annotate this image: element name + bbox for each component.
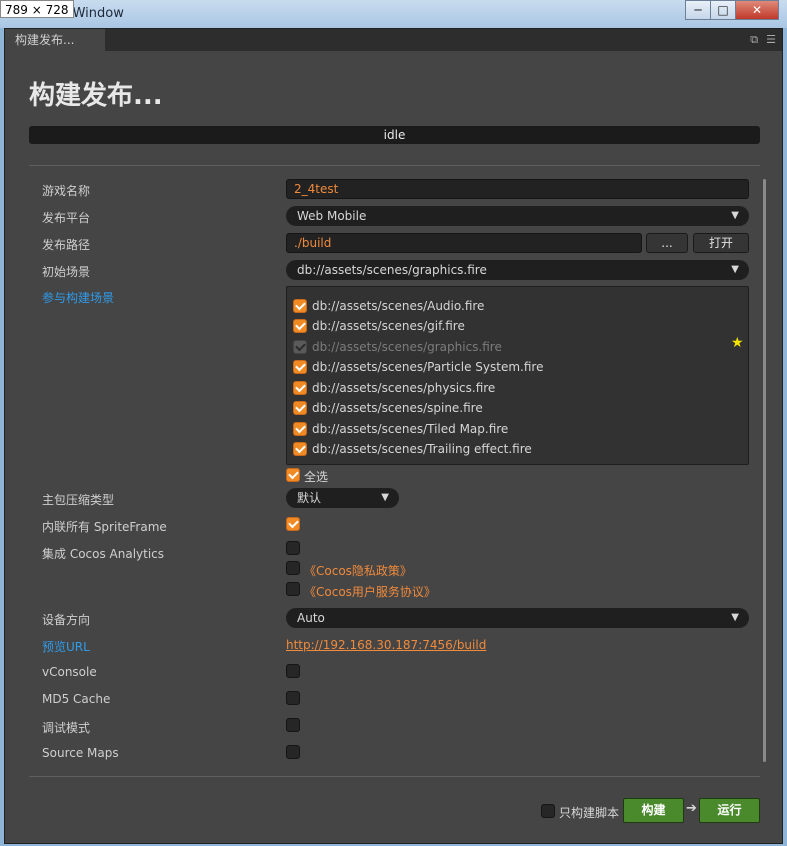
- inline-spriteframe-checkbox[interactable]: [286, 517, 300, 531]
- start-scene-value: db://assets/scenes/graphics.fire: [297, 263, 487, 277]
- status-bar: idle: [29, 126, 760, 144]
- tab-bar: 构建发布... ⧉ ☰: [5, 29, 782, 51]
- build-path-input[interactable]: ./build: [286, 233, 642, 253]
- scenes-label[interactable]: 参与构建场景: [42, 289, 114, 306]
- scene-path: db://assets/scenes/Audio.fire: [312, 299, 485, 313]
- checkbox[interactable]: [293, 360, 307, 374]
- window-titlebar: Editor Window 789 × 728 ─ □ ✕: [0, 0, 787, 28]
- dropdown-arrow-icon: ▼: [381, 492, 389, 503]
- scene-path: db://assets/scenes/gif.fire: [312, 319, 465, 333]
- list-item[interactable]: db://assets/scenes/Trailing effect.fire: [293, 441, 532, 457]
- privacy-checkbox[interactable]: [286, 561, 300, 575]
- size-label: 789 × 728: [0, 0, 74, 18]
- compression-label: 主包压缩类型: [42, 493, 115, 507]
- list-item[interactable]: db://assets/scenes/spine.fire: [293, 400, 483, 416]
- scrollbar[interactable]: [763, 179, 766, 762]
- service-link[interactable]: 《Cocos用户服务协议》: [304, 583, 436, 600]
- panel-controls: ⧉ ☰: [750, 33, 776, 47]
- compression-value: 默认: [297, 491, 322, 505]
- orientation-select[interactable]: Auto ▼: [286, 608, 749, 628]
- build-scripts-only-checkbox[interactable]: [541, 804, 555, 818]
- build-scripts-only-label: 只构建脚本: [559, 806, 620, 820]
- list-item[interactable]: db://assets/scenes/Tiled Map.fire: [293, 421, 508, 437]
- divider: [29, 165, 760, 166]
- analytics-label: 集成 Cocos Analytics: [42, 547, 165, 561]
- source-maps-checkbox[interactable]: [286, 745, 300, 759]
- list-item[interactable]: db://assets/scenes/physics.fire: [293, 380, 495, 396]
- md5-checkbox[interactable]: [286, 691, 300, 705]
- privacy-link[interactable]: 《Cocos隐私政策》: [304, 562, 412, 579]
- checkbox[interactable]: [293, 319, 307, 333]
- source-maps-label: Source Maps: [42, 746, 119, 760]
- game-name-label: 游戏名称: [42, 184, 91, 198]
- tab-build[interactable]: 构建发布...: [5, 29, 105, 51]
- scene-path: db://assets/scenes/Particle System.fire: [312, 360, 544, 374]
- star-icon: ★: [731, 335, 744, 351]
- scene-path: db://assets/scenes/Trailing effect.fire: [312, 442, 532, 456]
- orientation-label: 设备方向: [42, 613, 91, 627]
- checkbox[interactable]: [293, 299, 307, 313]
- checkbox[interactable]: [293, 401, 307, 415]
- select-all-checkbox[interactable]: [286, 468, 300, 482]
- divider: [29, 776, 760, 777]
- run-button[interactable]: 运行: [699, 798, 760, 823]
- debug-label: 调试模式: [42, 721, 91, 735]
- scene-list: db://assets/scenes/Audio.fire db://asset…: [286, 286, 749, 465]
- vconsole-label: vConsole: [42, 665, 97, 679]
- preview-url-link[interactable]: http://192.168.30.187:7456/build: [286, 638, 486, 652]
- window-controls: ─ □ ✕: [685, 0, 779, 20]
- menu-icon[interactable]: ☰: [766, 33, 776, 47]
- browse-button[interactable]: ...: [646, 233, 688, 253]
- select-all-label: 全选: [304, 470, 329, 484]
- checkbox[interactable]: [293, 442, 307, 456]
- build-button[interactable]: 构建: [623, 798, 684, 823]
- list-item[interactable]: db://assets/scenes/gif.fire: [293, 318, 465, 334]
- list-item[interactable]: db://assets/scenes/Audio.fire: [293, 298, 484, 314]
- debug-checkbox[interactable]: [286, 718, 300, 732]
- popout-icon[interactable]: ⧉: [750, 33, 758, 47]
- open-button[interactable]: 打开: [693, 233, 749, 253]
- platform-label: 发布平台: [42, 211, 91, 225]
- checkbox[interactable]: [293, 381, 307, 395]
- arrow-right-icon: ➔: [686, 801, 697, 816]
- inline-spriteframe-label: 内联所有 SpriteFrame: [42, 520, 167, 534]
- dropdown-arrow-icon: ▼: [731, 210, 739, 221]
- start-scene-select[interactable]: db://assets/scenes/graphics.fire ▼: [286, 260, 749, 280]
- dropdown-arrow-icon: ▼: [731, 612, 739, 623]
- scene-path: db://assets/scenes/Tiled Map.fire: [312, 422, 509, 436]
- minimize-button[interactable]: ─: [685, 0, 711, 20]
- maximize-button[interactable]: □: [710, 0, 736, 20]
- build-path-label: 发布路径: [42, 238, 91, 252]
- md5-label: MD5 Cache: [42, 692, 111, 706]
- compression-select[interactable]: 默认 ▼: [286, 488, 399, 508]
- vconsole-checkbox[interactable]: [286, 664, 300, 678]
- editor-window: 构建发布... ⧉ ☰ 构建发布... idle 游戏名称 2_4test 发布…: [4, 28, 783, 844]
- platform-value: Web Mobile: [297, 209, 367, 223]
- game-name-input[interactable]: 2_4test: [286, 179, 749, 199]
- orientation-value: Auto: [297, 611, 325, 625]
- dropdown-arrow-icon: ▼: [731, 264, 739, 275]
- scene-path: db://assets/scenes/physics.fire: [312, 381, 496, 395]
- page-title: 构建发布...: [29, 81, 163, 111]
- list-item[interactable]: db://assets/scenes/Particle System.fire: [293, 359, 543, 375]
- start-scene-label: 初始场景: [42, 265, 91, 279]
- list-item: db://assets/scenes/graphics.fire: [293, 339, 502, 355]
- preview-url-label[interactable]: 预览URL: [42, 638, 90, 655]
- scene-path: db://assets/scenes/spine.fire: [312, 401, 483, 415]
- analytics-checkbox[interactable]: [286, 541, 300, 555]
- checkbox: [293, 340, 307, 354]
- checkbox[interactable]: [293, 422, 307, 436]
- platform-select[interactable]: Web Mobile ▼: [286, 206, 749, 226]
- service-checkbox[interactable]: [286, 582, 300, 596]
- close-button[interactable]: ✕: [735, 0, 779, 20]
- scene-path: db://assets/scenes/graphics.fire: [312, 340, 502, 354]
